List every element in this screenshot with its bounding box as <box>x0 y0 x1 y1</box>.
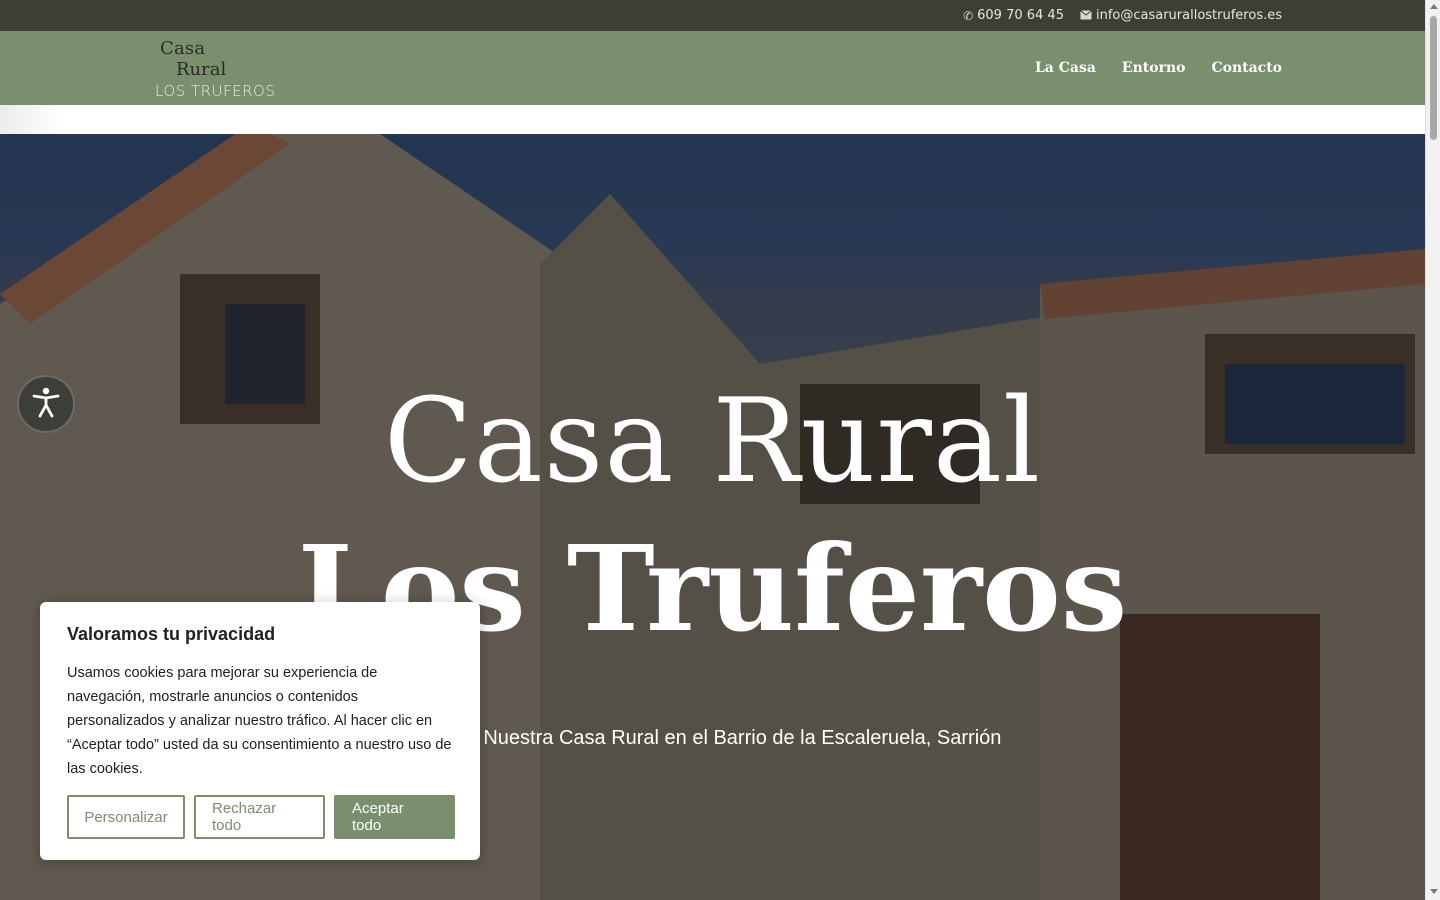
envelope-icon <box>1080 9 1092 23</box>
nav-item-entorno[interactable]: Entorno <box>1122 60 1186 76</box>
header-spacer <box>0 105 1425 134</box>
site-header: Casa Rural LOS TRUFEROS La Casa Entorno … <box>0 31 1425 105</box>
cookie-consent-banner: Valoramos tu privacidad Usamos cookies p… <box>40 602 480 860</box>
hero-subtitle: os a Nuestra Casa Rural en el Barrio de … <box>440 727 1002 749</box>
logo-line-1: Casa <box>160 38 206 59</box>
email-address: info@casarurallostruferos.es <box>1095 8 1282 23</box>
page-scrollbar[interactable] <box>1425 0 1440 900</box>
cookie-title: Valoramos tu privacidad <box>67 624 276 644</box>
hero-title-line-1: Casa Rural <box>383 374 1042 509</box>
accessibility-icon <box>29 385 63 424</box>
phone-link[interactable]: ✆ 609 70 64 45 <box>963 8 1064 23</box>
main-nav: La Casa Entorno Contacto <box>1035 31 1282 105</box>
nav-item-la-casa[interactable]: La Casa <box>1035 60 1096 76</box>
top-bar: ✆ 609 70 64 45 info@casarurallostruferos… <box>0 0 1425 31</box>
phone-icon: ✆ <box>963 8 974 23</box>
site-logo[interactable]: Casa Rural LOS TRUFEROS <box>155 35 295 101</box>
nav-item-contacto[interactable]: Contacto <box>1211 60 1282 76</box>
scroll-up-icon[interactable] <box>1430 4 1438 9</box>
customize-button[interactable]: Personalizar <box>67 795 185 839</box>
accept-all-button[interactable]: Aceptar todo <box>334 795 455 839</box>
cookie-buttons: Personalizar Rechazar todo Aceptar todo <box>67 795 455 839</box>
scroll-down-icon[interactable] <box>1430 889 1438 894</box>
logo-line-3: LOS TRUFEROS <box>155 82 276 100</box>
contact-info: ✆ 609 70 64 45 info@casarurallostruferos… <box>963 0 1282 31</box>
logo-line-2: Rural <box>176 59 227 80</box>
scrollbar-thumb[interactable] <box>1430 16 1437 140</box>
cookie-text: Usamos cookies para mejorar su experienc… <box>67 665 452 777</box>
email-link[interactable]: info@casarurallostruferos.es <box>1080 8 1282 23</box>
phone-number: 609 70 64 45 <box>977 8 1064 23</box>
accessibility-button[interactable] <box>17 375 75 433</box>
reject-all-button[interactable]: Rechazar todo <box>194 795 325 839</box>
